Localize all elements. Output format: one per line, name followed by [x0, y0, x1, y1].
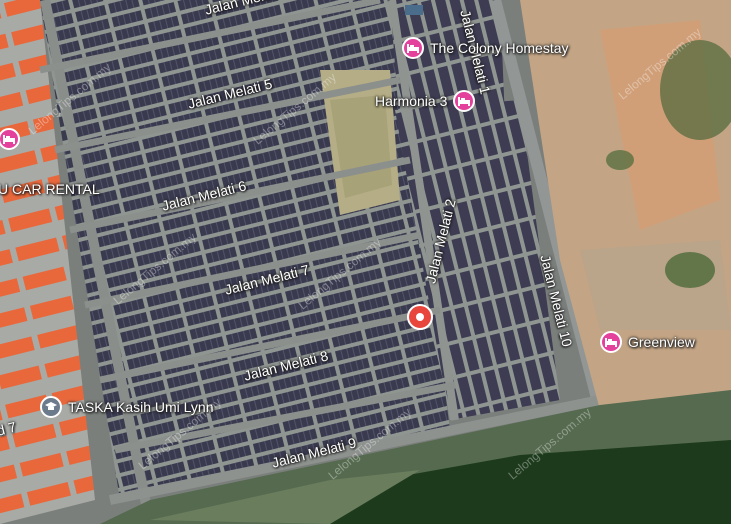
location-pin-icon[interactable]	[407, 304, 433, 330]
hotel-bed-icon	[600, 331, 622, 353]
poi-label: The Colony Homestay	[430, 40, 569, 56]
poi-the-colony-homestay[interactable]: The Colony Homestay	[402, 37, 569, 59]
poi-taska[interactable]: TASKA Kasih Umi Lynn	[40, 396, 214, 418]
poi-car-rental-icon-wrap[interactable]	[0, 128, 20, 150]
school-icon	[40, 396, 62, 418]
poi-car-rental[interactable]: U CAR RENTAL	[0, 181, 100, 197]
poi-harmonia-3[interactable]: Harmonia 3	[375, 90, 476, 112]
poi-label: Greenview	[628, 334, 695, 350]
poi-greenview[interactable]: Greenview	[600, 331, 695, 353]
hotel-bed-icon	[402, 37, 424, 59]
poi-label: Harmonia 3	[375, 93, 448, 109]
pin-center	[416, 313, 424, 321]
satellite-base	[0, 0, 731, 524]
poi-label: TASKA Kasih Umi Lynn	[68, 399, 214, 415]
hotel-bed-icon	[0, 128, 20, 150]
map-view[interactable]: Jalan Melati 4 Jalan Melati 5 Jalan Mela…	[0, 0, 731, 524]
hotel-bed-icon	[453, 90, 476, 112]
poi-label: U CAR RENTAL	[0, 181, 100, 197]
